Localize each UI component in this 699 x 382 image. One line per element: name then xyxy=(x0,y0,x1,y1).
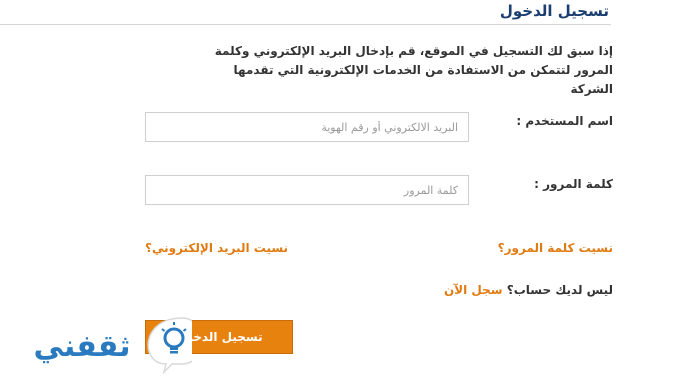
register-now-link[interactable]: سجل الآن xyxy=(444,283,503,297)
site-logo: ثقفني xyxy=(33,317,192,374)
no-account-text: ليس لديك حساب؟ xyxy=(506,283,613,297)
page-title: تسجيل الدخول xyxy=(499,2,609,20)
forgot-password-link[interactable]: نسيت كلمة المرور؟ xyxy=(498,241,613,255)
login-description: إذا سبق لك التسجيل في الموقع، قم بإدخال … xyxy=(214,44,613,96)
password-input[interactable] xyxy=(145,175,469,205)
register-prompt: ليس لديك حساب؟ سجل الآن xyxy=(444,283,613,297)
forgot-email-link[interactable]: نسيت البريد الإلكتروني؟ xyxy=(145,241,288,255)
logo-text: ثقفني xyxy=(33,329,130,364)
username-label: اسم المستخدم : xyxy=(516,114,613,128)
username-input[interactable] xyxy=(145,112,469,142)
lightbulb-icon xyxy=(147,317,192,374)
title-divider xyxy=(0,24,611,25)
password-label: كلمة المرور : xyxy=(534,177,613,191)
